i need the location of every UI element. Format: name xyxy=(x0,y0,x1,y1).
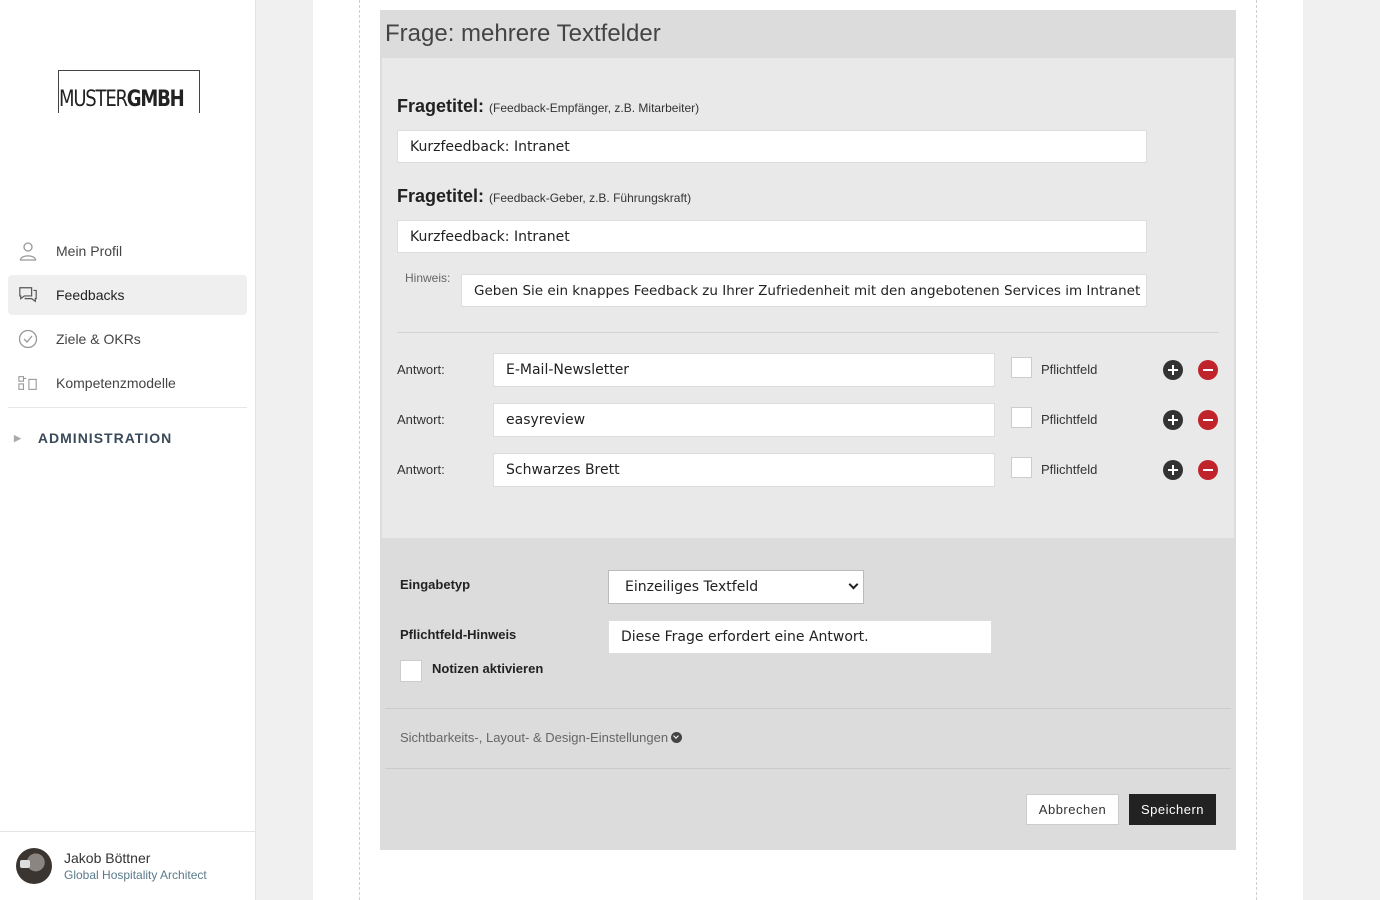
admin-section-toggle[interactable]: ▶ ADMINISTRATION xyxy=(8,418,247,458)
sidebar: MUSTERGMBH Mein Profil Feedbacks Ziele &… xyxy=(0,0,256,900)
notes-label: Notizen aktivieren xyxy=(432,661,544,676)
required-checkbox[interactable] xyxy=(1011,357,1032,378)
admin-label: ADMINISTRATION xyxy=(37,430,173,446)
save-button[interactable]: Speichern xyxy=(1129,794,1216,825)
sidebar-nav: Mein Profil Feedbacks Ziele & OKRs Kompe… xyxy=(8,231,247,458)
visibility-settings-toggle[interactable]: Sichtbarkeits-, Layout- & Design-Einstel… xyxy=(400,730,683,745)
answer-label: Antwort: xyxy=(397,362,445,377)
dashed-guide-left xyxy=(359,0,360,900)
right-gutter xyxy=(1303,0,1380,900)
answer-input[interactable]: Schwarzes Brett xyxy=(493,453,995,487)
sidebar-item-label: Kompetenzmodelle xyxy=(56,375,176,391)
chevron-down-icon xyxy=(848,579,859,590)
question-title-giver-input[interactable]: Kurzfeedback: Intranet xyxy=(397,220,1147,253)
required-hint-input[interactable]: Diese Frage erfordert eine Antwort. xyxy=(608,620,992,654)
logo-text: MUSTERGMBH xyxy=(59,87,186,112)
add-answer-icon[interactable] xyxy=(1163,360,1183,380)
divider xyxy=(385,708,1231,709)
question-title-label-recipient: Fragetitel: (Feedback-Empfänger, z.B. Mi… xyxy=(397,96,699,117)
user-profile[interactable]: Jakob Böttner Global Hospitality Archite… xyxy=(0,831,255,900)
required-hint-label: Pflichtfeld-Hinweis xyxy=(400,627,517,642)
required-label: Pflichtfeld xyxy=(1041,412,1098,427)
card-title: Frage: mehrere Textfelder xyxy=(385,20,661,47)
chevron-circle-down-icon xyxy=(671,732,683,743)
divider xyxy=(397,332,1219,333)
sidebar-item-feedbacks[interactable]: Feedbacks xyxy=(8,275,247,315)
required-label: Pflichtfeld xyxy=(1041,462,1098,477)
input-type-label: Eingabetyp xyxy=(400,577,471,592)
profile-text: Jakob Böttner Global Hospitality Archite… xyxy=(64,850,207,882)
required-checkbox[interactable] xyxy=(1011,457,1032,478)
avatar xyxy=(16,848,52,884)
question-title-hint: (Feedback-Empfänger, z.B. Mitarbeiter) xyxy=(489,101,700,115)
hint-input[interactable]: Geben Sie ein knappes Feedback zu Ihrer … xyxy=(461,274,1147,307)
question-title-label-giver: Fragetitel: (Feedback-Geber, z.B. Führun… xyxy=(397,186,691,207)
question-title-label: Fragetitel: xyxy=(397,186,485,206)
input-type-value: Einzeiliges Textfeld xyxy=(625,579,759,595)
question-title-recipient-input[interactable]: Kurzfeedback: Intranet xyxy=(397,130,1147,163)
required-label: Pflichtfeld xyxy=(1041,362,1098,377)
divider xyxy=(385,768,1231,769)
add-answer-icon[interactable] xyxy=(1163,460,1183,480)
notes-checkbox[interactable] xyxy=(400,660,422,682)
answer-input[interactable]: easyreview xyxy=(493,403,995,437)
cancel-button[interactable]: Abbrechen xyxy=(1026,794,1119,825)
answer-label: Antwort: xyxy=(397,462,445,477)
profile-role: Global Hospitality Architect xyxy=(64,868,207,882)
check-circle-icon xyxy=(18,329,38,349)
sidebar-item-label: Ziele & OKRs xyxy=(56,331,141,347)
answer-input[interactable]: E-Mail-Newsletter xyxy=(493,353,995,387)
logo-text-thin: MUSTER xyxy=(59,87,128,112)
profile-name: Jakob Böttner xyxy=(64,850,151,866)
user-icon xyxy=(18,241,38,261)
question-body: Fragetitel: (Feedback-Empfänger, z.B. Mi… xyxy=(382,58,1234,538)
chat-bubbles-icon xyxy=(18,285,38,305)
sidebar-item-kompetenzmodelle[interactable]: Kompetenzmodelle xyxy=(8,363,247,403)
visibility-settings-label: Sichtbarkeits-, Layout- & Design-Einstel… xyxy=(400,730,669,745)
logo-text-bold: GMBH xyxy=(126,87,185,112)
required-checkbox[interactable] xyxy=(1011,407,1032,428)
sidebar-item-label: Mein Profil xyxy=(56,243,123,259)
blocks-icon xyxy=(18,373,38,393)
sidebar-item-label: Feedbacks xyxy=(56,287,125,303)
add-answer-icon[interactable] xyxy=(1163,410,1183,430)
input-type-select[interactable]: Einzeiliges Textfeld xyxy=(608,570,864,604)
question-editor-card: Frage: mehrere Textfelder Fragetitel: (F… xyxy=(380,10,1236,850)
answer-label: Antwort: xyxy=(397,412,445,427)
hint-label: Hinweis: xyxy=(405,271,451,285)
remove-answer-icon[interactable] xyxy=(1198,460,1218,480)
sidebar-item-ziele-okrs[interactable]: Ziele & OKRs xyxy=(8,319,247,359)
caret-right-icon: ▶ xyxy=(14,432,22,443)
question-title-hint: (Feedback-Geber, z.B. Führungskraft) xyxy=(489,191,692,205)
remove-answer-icon[interactable] xyxy=(1198,360,1218,380)
company-logo: MUSTERGMBH xyxy=(58,70,200,113)
dashed-guide-right xyxy=(1256,0,1257,900)
sidebar-divider xyxy=(8,407,247,408)
sidebar-item-mein-profil[interactable]: Mein Profil xyxy=(8,231,247,271)
remove-answer-icon[interactable] xyxy=(1198,410,1218,430)
question-title-label: Fragetitel: xyxy=(397,96,485,116)
